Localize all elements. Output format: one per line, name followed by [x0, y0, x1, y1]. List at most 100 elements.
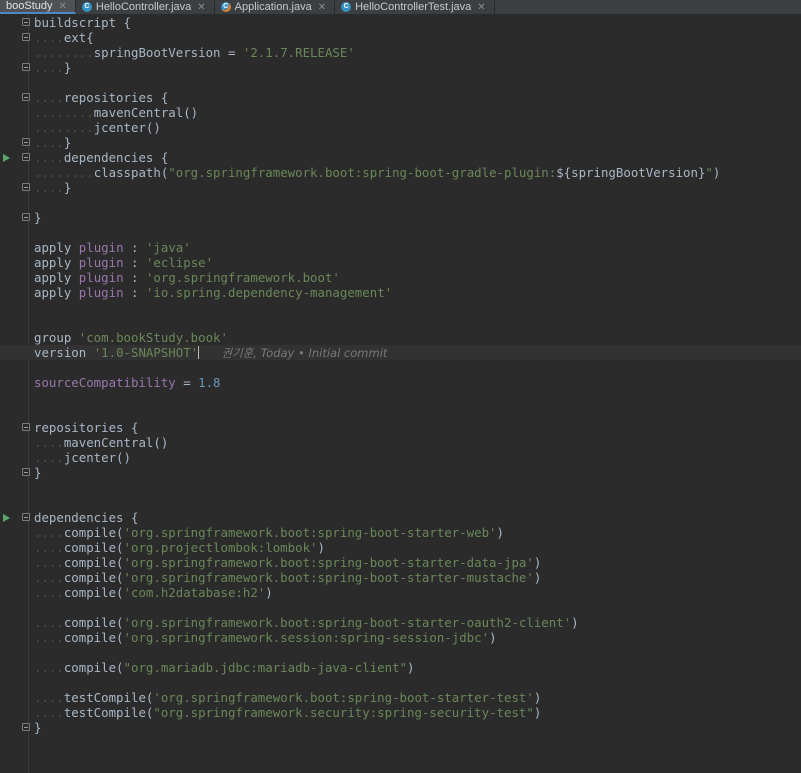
- java-class-icon: C: [341, 2, 352, 12]
- code-line: }: [0, 210, 801, 225]
- code-line: repositories {: [0, 420, 801, 435]
- code-line: ....mavenCentral(): [34, 435, 169, 450]
- colon: :: [123, 240, 146, 255]
- code-line: ....compile('org.springframework.session…: [34, 630, 497, 645]
- tab-label: Application.java: [234, 1, 312, 13]
- code-line: ....compile('org.springframework.boot:sp…: [34, 525, 504, 540]
- code-line: sourceCompatibility = 1.8: [0, 375, 801, 390]
- compile-call: compile(: [63, 555, 124, 570]
- code-line-current: version '1.0-SNAPSHOT' 권기훈, Today • Init…: [0, 345, 801, 360]
- close-icon[interactable]: ✕: [58, 1, 66, 12]
- paren: ): [496, 525, 504, 540]
- code-line: ....}: [34, 135, 72, 150]
- paren: ): [489, 630, 497, 645]
- close-brace: }: [34, 720, 42, 735]
- compile-call: compile(: [63, 540, 124, 555]
- code-line: ........mavenCentral(): [34, 105, 199, 120]
- git-blame-annotation: 권기훈, Today • Initial commit: [221, 346, 388, 360]
- colon: :: [123, 255, 146, 270]
- plugin-keyword: plugin: [78, 240, 124, 255]
- code-line: ....compile('org.springframework.boot:sp…: [34, 570, 542, 585]
- tab-boostudy[interactable]: booStudy ✕: [0, 0, 76, 14]
- code-editor[interactable]: buildscript { ....ext{ ........springBoo…: [0, 15, 801, 773]
- apply-keyword: apply: [34, 270, 72, 285]
- number-literal: 1.8: [198, 375, 221, 390]
- buildscript-keyword: buildscript {: [34, 15, 131, 30]
- string-literal: "org.springframework.security:spring-sec…: [153, 705, 534, 720]
- paren: ): [265, 585, 273, 600]
- colon: :: [123, 270, 146, 285]
- string-literal: 'com.h2database:h2': [123, 585, 266, 600]
- tab-label: HelloControllerTest.java: [355, 1, 472, 13]
- string-literal: 'org.springframework.boot:spring-boot-st…: [123, 570, 534, 585]
- colon: :: [123, 285, 146, 300]
- compile-call: compile(: [63, 585, 124, 600]
- group-keyword: group: [34, 330, 79, 345]
- close-brace: }: [63, 60, 72, 75]
- tab-application[interactable]: C Application.java ✕: [215, 0, 336, 14]
- code-line: ....compile('com.h2database:h2'): [34, 585, 273, 600]
- code-line: ........jcenter(): [34, 120, 161, 135]
- code-line: ....compile('org.springframework.boot:sp…: [34, 555, 542, 570]
- compile-call: compile(: [63, 525, 124, 540]
- string-literal: ": [705, 165, 713, 180]
- string-literal: '1.0-SNAPSHOT': [93, 345, 199, 360]
- close-icon[interactable]: ✕: [197, 2, 205, 13]
- property-name: springBootVersion =: [93, 45, 243, 60]
- string-literal: 'org.springframework.boot:spring-boot-st…: [123, 525, 497, 540]
- close-brace: }: [34, 210, 42, 225]
- string-literal: 'org.springframework.boot:spring-boot-st…: [123, 555, 534, 570]
- paren: ): [407, 660, 415, 675]
- method-call: jcenter(): [63, 450, 131, 465]
- string-literal: 'org.springframework.boot:spring-boot-st…: [123, 615, 572, 630]
- code-line: ....}: [34, 60, 72, 75]
- close-brace: }: [63, 180, 72, 195]
- plugin-keyword: plugin: [78, 270, 124, 285]
- paren: ): [533, 705, 542, 720]
- tab-label: booStudy: [6, 0, 53, 12]
- testcompile-call: testCompile(: [63, 705, 154, 720]
- code-line: group 'com.bookStudy.book': [0, 330, 801, 345]
- repositories-keyword: repositories {: [63, 90, 169, 105]
- method-call: mavenCentral(): [93, 105, 199, 120]
- code-line: ....ext{: [34, 30, 94, 45]
- string-literal: 'org.projectlombok:lombok': [123, 540, 318, 555]
- string-literal: 'org.springframework.boot': [145, 270, 340, 285]
- operator: =: [175, 375, 199, 390]
- close-brace: }: [63, 135, 72, 150]
- code-line: ....}: [34, 180, 72, 195]
- code-line: ....dependencies {: [34, 150, 169, 165]
- property-name: sourceCompatibility: [34, 375, 176, 390]
- code-line: ........springBootVersion = '2.1.7.RELEA…: [34, 45, 355, 60]
- editor-tab-bar: booStudy ✕ C HelloController.java ✕ C Ap…: [0, 0, 801, 15]
- apply-keyword: apply: [34, 285, 72, 300]
- close-brace: }: [34, 465, 42, 480]
- version-keyword: version: [34, 345, 94, 360]
- code-line: apply plugin : 'java': [0, 240, 801, 255]
- paren: ): [712, 165, 721, 180]
- dependencies-keyword: dependencies {: [34, 510, 139, 525]
- tab-hellocontrollertest[interactable]: C HelloControllerTest.java ✕: [335, 0, 495, 14]
- close-icon[interactable]: ✕: [477, 2, 485, 13]
- text-cursor: [198, 346, 200, 359]
- close-icon[interactable]: ✕: [318, 2, 326, 13]
- java-app-class-icon: C: [220, 2, 231, 12]
- dependencies-keyword: dependencies {: [63, 150, 169, 165]
- code-line: }: [0, 720, 801, 735]
- code-line: }: [0, 465, 801, 480]
- tab-label: HelloController.java: [95, 1, 192, 13]
- interpolation: ${springBootVersion}: [556, 165, 706, 180]
- java-class-icon: C: [81, 2, 92, 12]
- string-literal: 'eclipse': [145, 255, 214, 270]
- string-literal: 'java': [145, 240, 191, 255]
- code-line: ....repositories {: [34, 90, 169, 105]
- string-literal: "org.mariadb.jdbc:mariadb-java-client": [123, 660, 408, 675]
- ext-keyword: ext{: [63, 30, 94, 45]
- paren: ): [533, 570, 542, 585]
- code-line: ........classpath("org.springframework.b…: [34, 165, 721, 180]
- string-literal: 'com.bookStudy.book': [78, 330, 228, 345]
- compile-call: compile(: [63, 615, 124, 630]
- tab-hellocontroller[interactable]: C HelloController.java ✕: [76, 0, 215, 14]
- apply-keyword: apply: [34, 240, 72, 255]
- apply-keyword: apply: [34, 255, 72, 270]
